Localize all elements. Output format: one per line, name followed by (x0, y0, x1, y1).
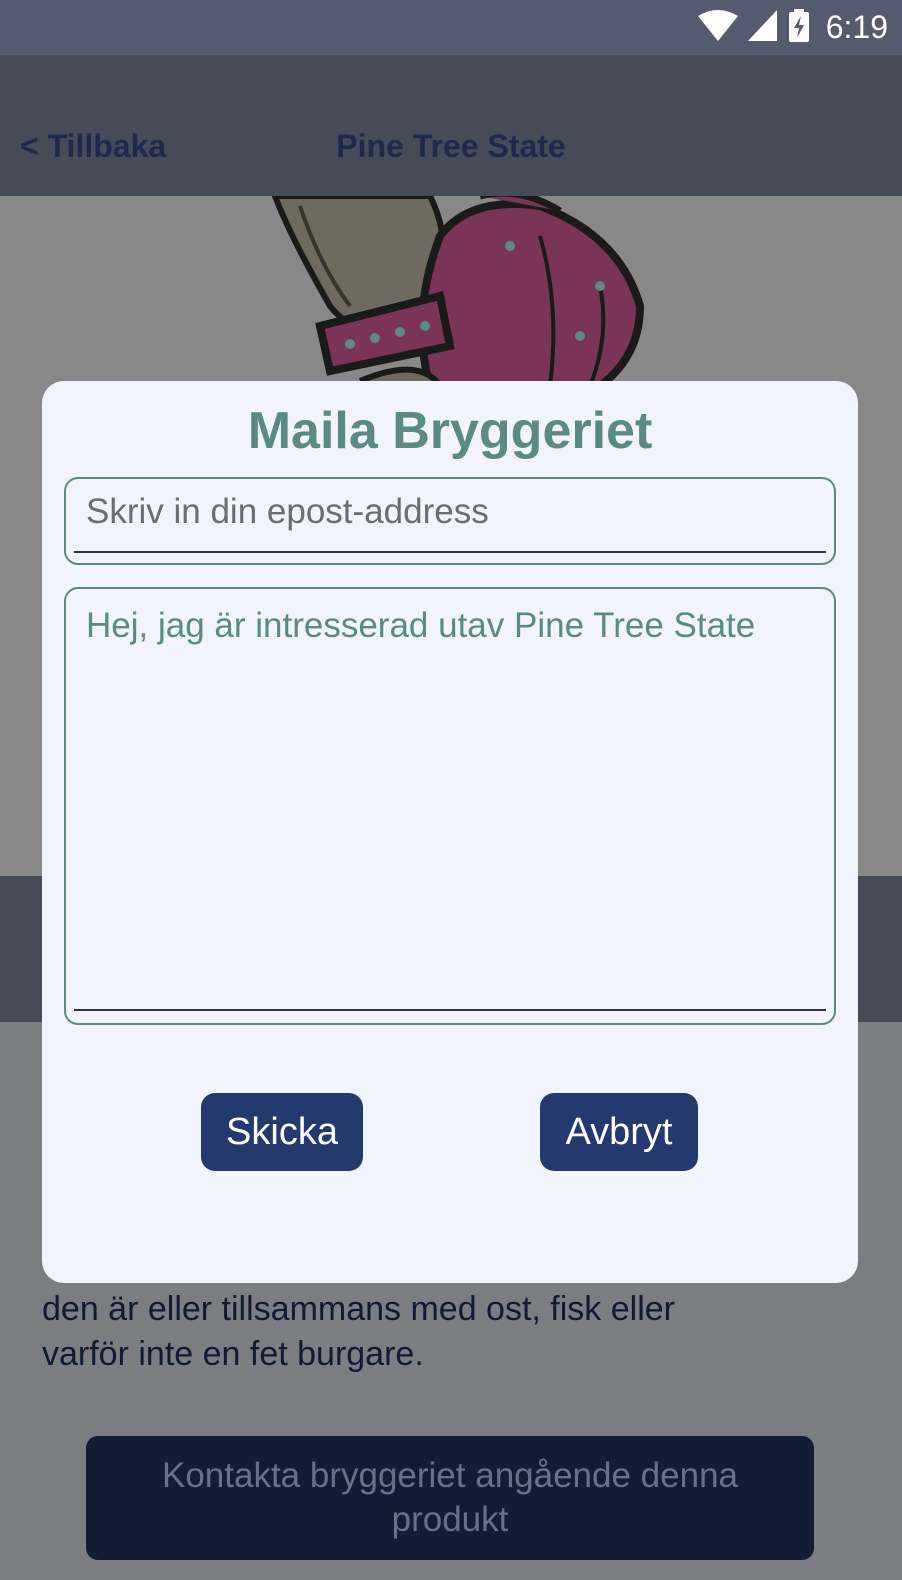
description-line: den är eller tillsammans med ost, fisk e… (42, 1290, 676, 1328)
contact-brewery-label: Kontakta bryggeriet angående denna produ… (161, 1456, 738, 1539)
battery-charging-icon (788, 8, 810, 47)
cell-signal-icon (747, 9, 778, 46)
message-field[interactable]: Hej, jag är intresserad utav Pine Tree S… (64, 587, 836, 1025)
status-bar: 6:19 (0, 0, 902, 55)
email-dialog: Maila Bryggeriet Hej, jag är intresserad… (42, 381, 858, 1283)
email-field-underline (74, 551, 826, 553)
message-text[interactable]: Hej, jag är intresserad utav Pine Tree S… (86, 603, 806, 649)
page-title: Pine Tree State (336, 128, 566, 164)
contact-brewery-button[interactable]: Kontakta bryggeriet angående denna produ… (86, 1436, 814, 1560)
email-field[interactable] (86, 487, 806, 537)
wifi-icon (697, 9, 738, 46)
product-description: den är eller tillsammans med ost, fisk e… (42, 1287, 822, 1377)
email-field-container (64, 477, 836, 565)
cancel-button[interactable]: Avbryt (540, 1093, 698, 1171)
description-line: varför inte en fet burgare. (42, 1335, 424, 1373)
status-time: 6:19 (825, 9, 888, 45)
dialog-title: Maila Bryggeriet (247, 402, 653, 460)
app-header (0, 55, 902, 196)
message-field-underline (74, 1009, 826, 1011)
send-button[interactable]: Skicka (201, 1093, 363, 1171)
